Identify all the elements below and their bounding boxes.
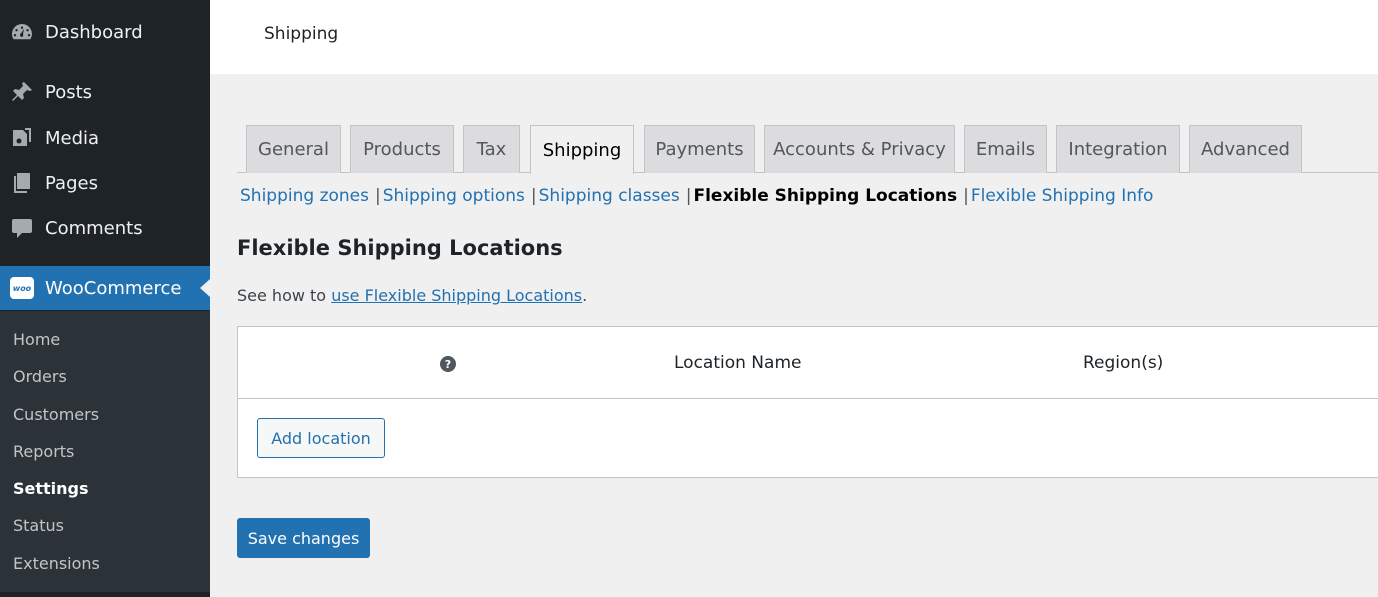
subnav-separator: | <box>374 186 381 206</box>
tab-integration[interactable]: Integration <box>1056 125 1180 173</box>
submenu-item-orders[interactable]: Orders <box>13 367 67 386</box>
tab-payments[interactable]: Payments <box>644 125 755 173</box>
submenu-item-home[interactable]: Home <box>13 330 60 349</box>
menu-label: WooCommerce <box>45 277 182 299</box>
column-regions: Region(s) <box>1083 353 1164 373</box>
pages-icon <box>10 171 34 195</box>
pin-icon <box>10 80 34 104</box>
section-title: Flexible Shipping Locations <box>237 236 563 260</box>
subnav-flexible-shipping-info[interactable]: Flexible Shipping Info <box>971 186 1154 206</box>
menu-label: Dashboard <box>45 21 143 43</box>
submenu-item-extensions[interactable]: Extensions <box>13 554 100 573</box>
help-tip-icon[interactable]: ? <box>440 356 456 372</box>
submenu-item-reports[interactable]: Reports <box>13 442 74 461</box>
woocommerce-submenu: Home Orders Customers Reports Settings S… <box>0 311 210 592</box>
subnav-flexible-shipping-locations[interactable]: Flexible Shipping Locations <box>693 186 957 206</box>
help-link[interactable]: use Flexible Shipping Locations <box>331 286 582 305</box>
help-text: See how to use Flexible Shipping Locatio… <box>237 286 587 305</box>
page-header: Shipping <box>210 0 1378 74</box>
subnav-separator: | <box>685 186 692 206</box>
menu-item-pages[interactable]: Pages <box>0 161 210 205</box>
menu-item-dashboard[interactable]: Dashboard <box>0 10 210 54</box>
subnav-separator: | <box>963 186 969 206</box>
tab-shipping[interactable]: Shipping <box>530 125 634 174</box>
submenu-item-customers[interactable]: Customers <box>13 405 99 424</box>
column-location-name: Location Name <box>674 353 802 373</box>
menu-label: Media <box>45 127 100 149</box>
tab-general[interactable]: General <box>246 125 341 173</box>
subnav-shipping-classes[interactable]: Shipping classes <box>539 186 680 206</box>
subnav-separator: | <box>530 186 537 206</box>
menu-label: Posts <box>45 81 93 103</box>
save-changes-button[interactable]: Save changes <box>237 518 370 558</box>
add-location-button[interactable]: Add location <box>257 418 385 458</box>
menu-item-comments[interactable]: Comments <box>0 206 210 250</box>
table-header: ? Location Name Region(s) <box>238 327 1378 399</box>
admin-sidebar: Dashboard Posts Media Pages Comments woo… <box>0 0 210 597</box>
submenu-item-settings[interactable]: Settings <box>13 479 89 498</box>
woocommerce-icon: woo <box>10 276 34 300</box>
shipping-subnav: Shipping zones | Shipping options | Shipping… <box>240 186 1153 206</box>
submenu-item-status[interactable]: Status <box>13 516 64 535</box>
help-prefix: See how to <box>237 286 332 305</box>
locations-table: ? Location Name Region(s) Add location <box>237 326 1378 478</box>
page-title: Shipping <box>264 24 339 44</box>
tab-accounts-privacy[interactable]: Accounts & Privacy <box>764 125 955 173</box>
subnav-shipping-options[interactable]: Shipping options <box>383 186 525 206</box>
tab-tax[interactable]: Tax <box>463 125 520 173</box>
menu-label: Comments <box>45 217 143 239</box>
subnav-shipping-zones[interactable]: Shipping zones <box>240 186 369 206</box>
menu-item-posts[interactable]: Posts <box>0 70 210 114</box>
menu-item-woocommerce[interactable]: woo WooCommerce <box>0 266 210 310</box>
tab-products[interactable]: Products <box>350 125 454 173</box>
dashboard-icon <box>10 20 34 44</box>
settings-tabs: General Products Tax Shipping Payments A… <box>237 125 1378 174</box>
tab-advanced[interactable]: Advanced <box>1189 125 1302 173</box>
comment-icon <box>10 216 34 240</box>
menu-label: Pages <box>45 172 98 194</box>
tab-emails[interactable]: Emails <box>964 125 1047 173</box>
menu-item-media[interactable]: Media <box>0 116 210 160</box>
media-icon <box>10 126 34 150</box>
help-suffix: . <box>582 286 588 305</box>
